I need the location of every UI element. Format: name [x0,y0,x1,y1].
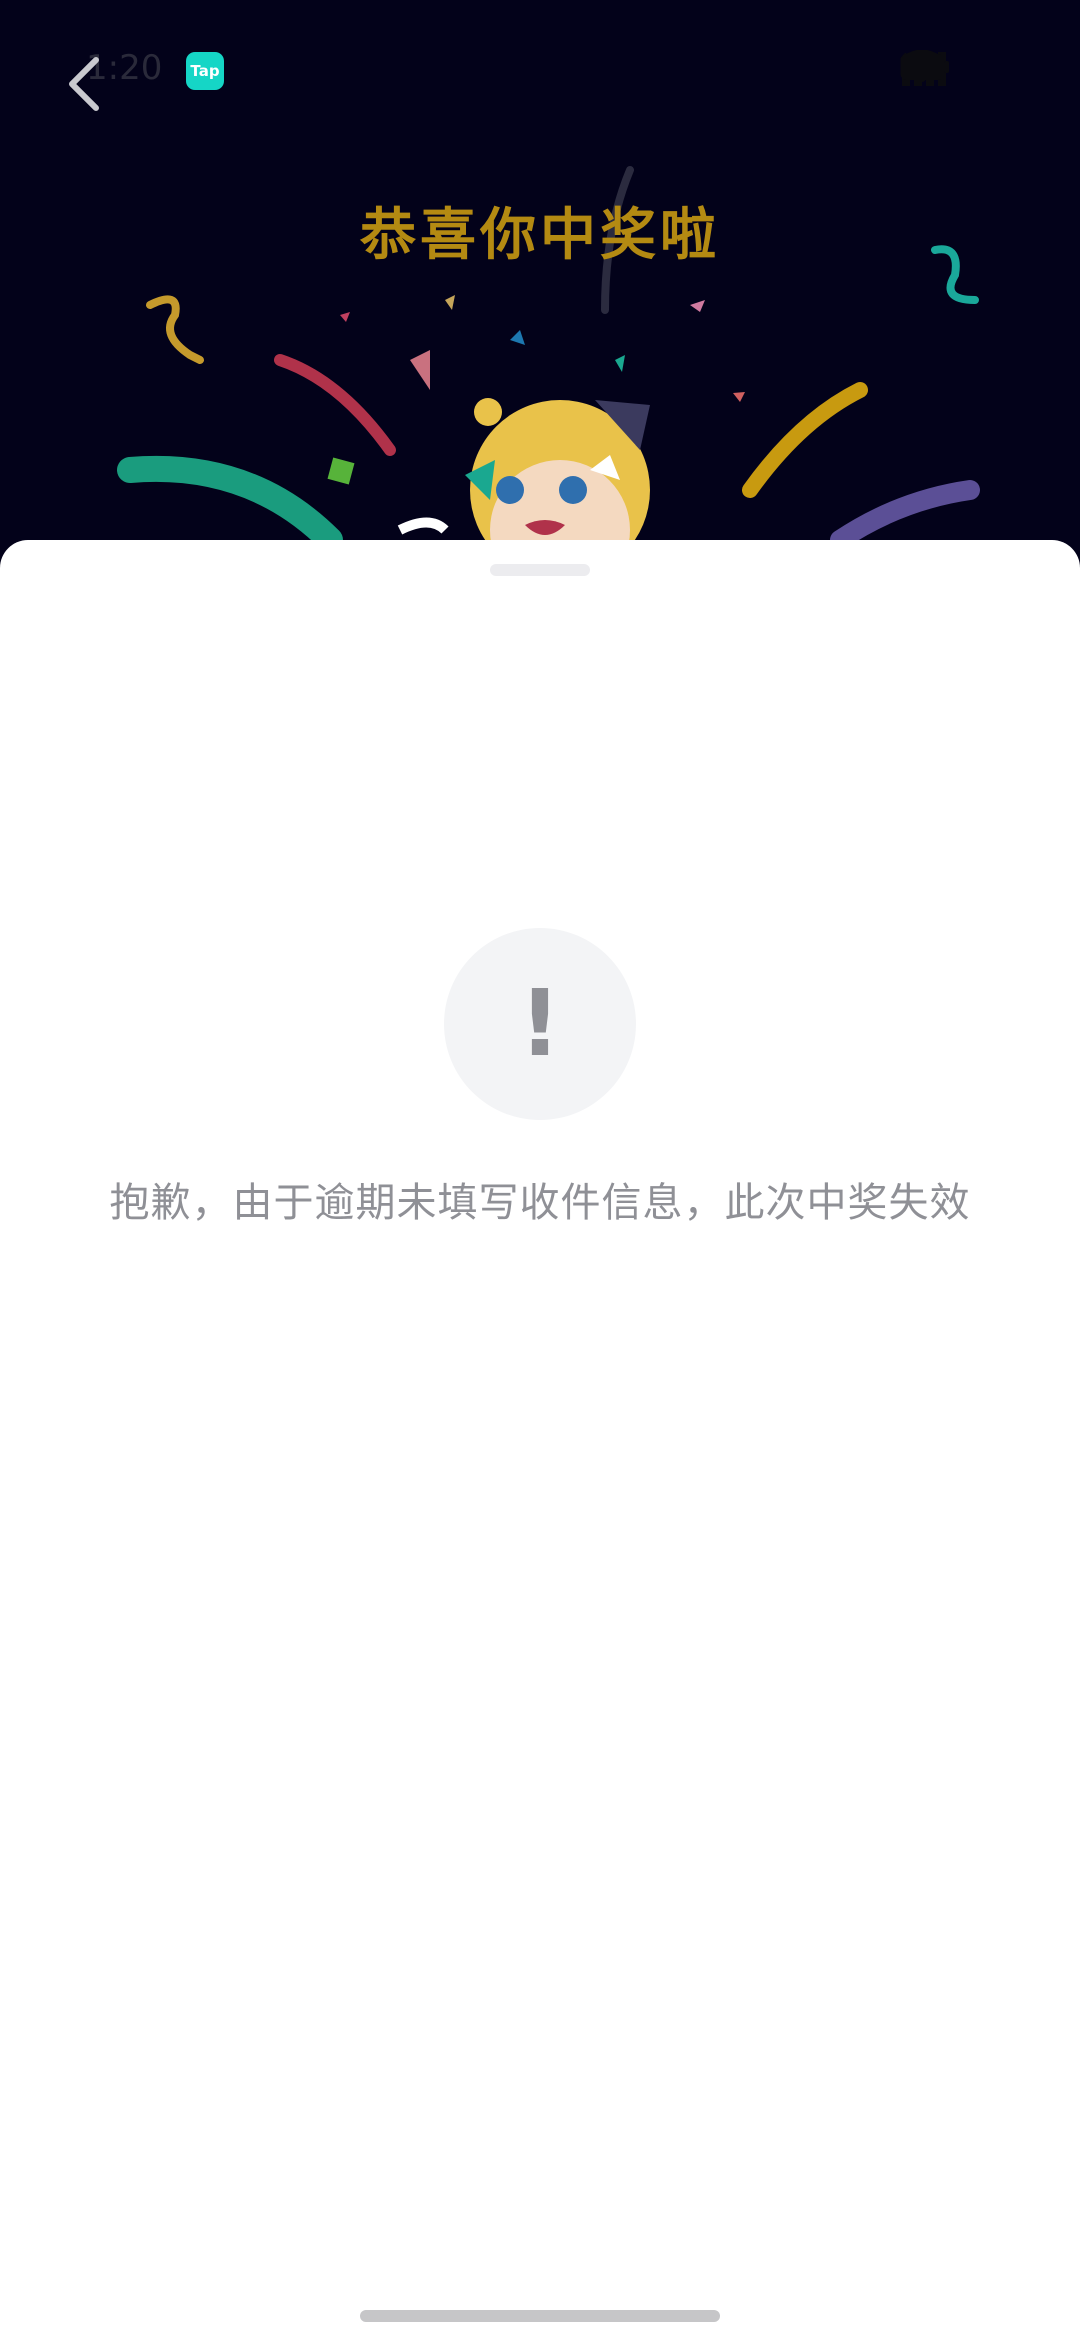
screen: 1:20 Tap 恭喜你中奖啦 ! 抱歉，由于逾期未填写收件信息，此次中奖失效 [0,0,1080,2344]
sheet-drag-handle[interactable] [490,564,590,576]
status-bar: 1:20 Tap [0,0,1080,140]
celebration-backdrop: 1:20 Tap 恭喜你中奖啦 [0,0,1080,600]
bottom-sheet: ! 抱歉，由于逾期未填写收件信息，此次中奖失效 [0,540,1080,2344]
alert-symbol: ! [519,970,561,1077]
celebrate-title: 恭喜你中奖啦 [360,203,720,268]
back-button[interactable] [60,52,116,116]
expired-prize-message: 抱歉，由于逾期未填写收件信息，此次中奖失效 [109,1180,971,1226]
chevron-left-icon [69,57,99,111]
home-indicator[interactable] [360,2310,720,2322]
tap-app-badge: Tap [186,52,224,90]
exclamation-icon: ! [444,928,636,1120]
